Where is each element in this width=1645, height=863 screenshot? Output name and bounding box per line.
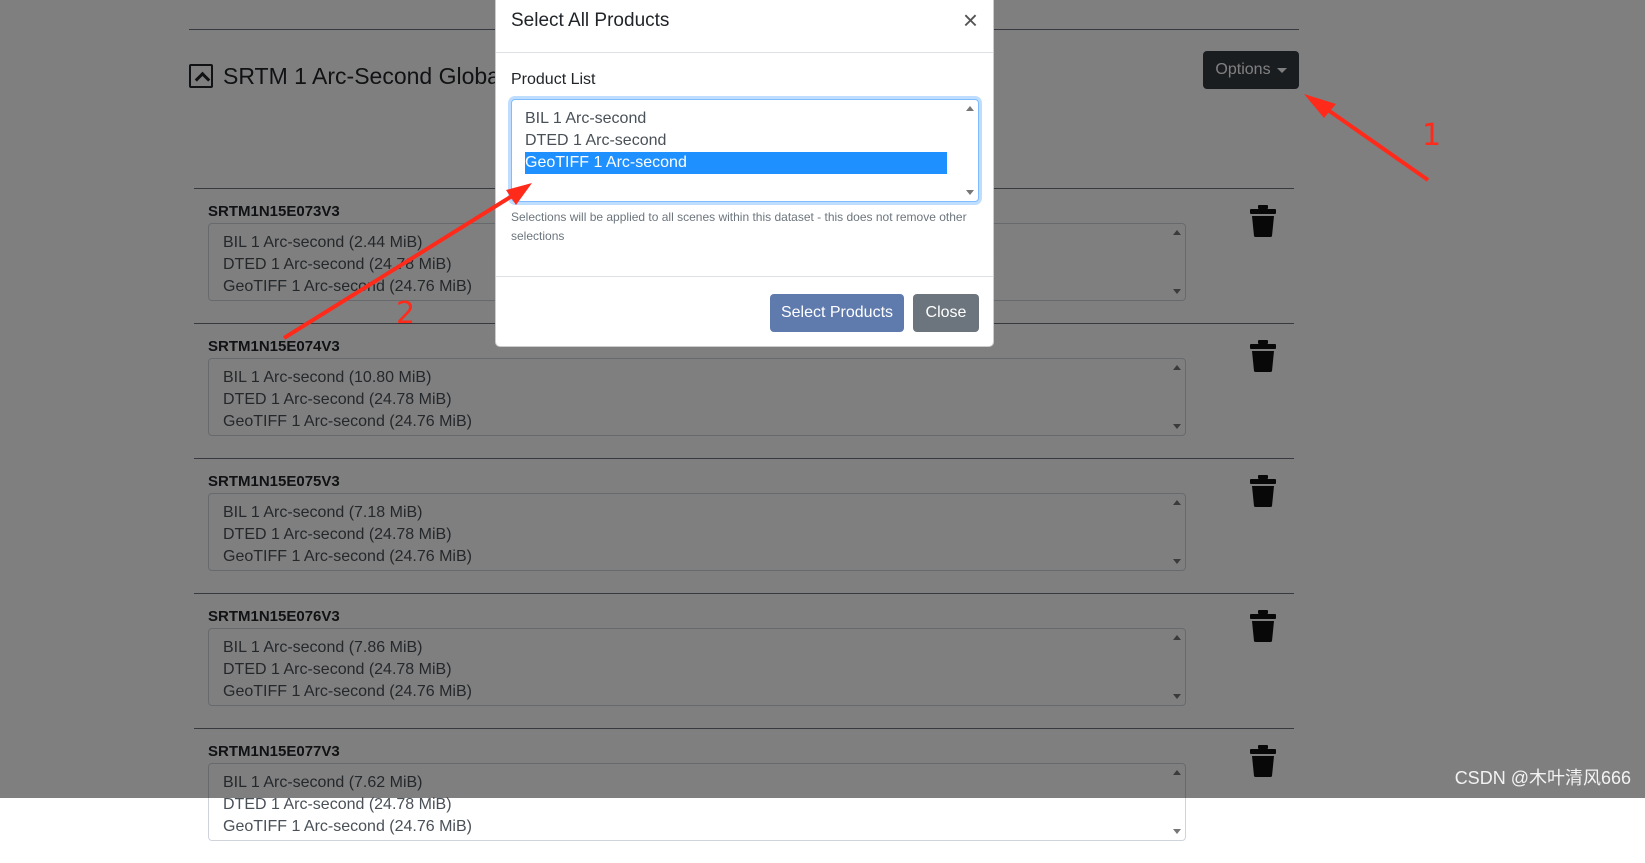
scroll-up-icon[interactable] [966,106,974,111]
scene-product-option[interactable]: GeoTIFF 1 Arc-second (24.76 MiB) [223,816,1171,838]
select-products-modal: Select All Products × Product List BIL 1… [495,0,994,347]
product-list-label: Product List [511,71,596,88]
close-button[interactable]: Close [913,294,979,332]
annotation-label-1: 1 [1422,118,1442,153]
product-list-select[interactable]: BIL 1 Arc-second DTED 1 Arc-second GeoTI… [511,99,979,202]
product-option[interactable]: BIL 1 Arc-second [525,108,947,130]
scroll-down-icon[interactable] [966,190,974,195]
annotation-label-2: 2 [396,296,416,331]
modal-header: Select All Products × [496,0,993,53]
product-list-scrollbar[interactable] [962,100,978,201]
scroll-down-icon[interactable] [1173,829,1181,834]
modal-title: Select All Products [511,10,670,31]
product-option[interactable]: DTED 1 Arc-second [525,130,947,152]
watermark: CSDN @木叶清风666 [1454,768,1631,788]
product-option-selected[interactable]: GeoTIFF 1 Arc-second [525,152,947,174]
help-text: Selections will be applied to all scenes… [511,210,967,243]
close-icon[interactable]: × [963,7,978,33]
modal-footer: Select Products Close [496,276,993,347]
select-products-button[interactable]: Select Products [770,294,904,332]
